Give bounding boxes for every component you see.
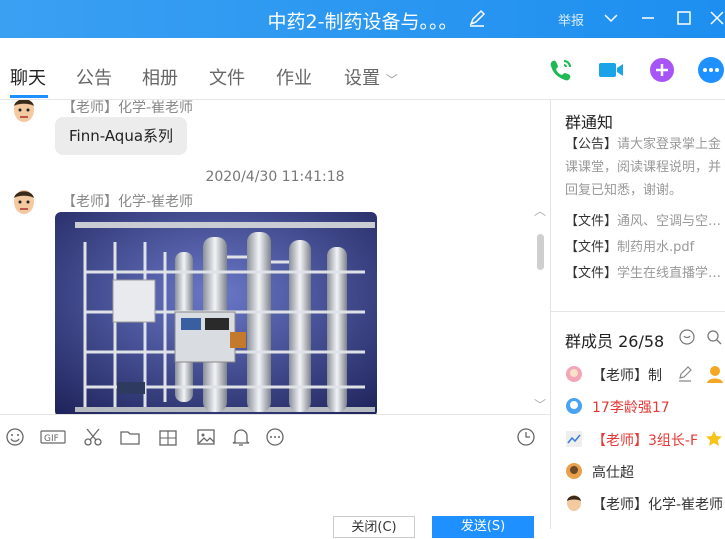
add-icon[interactable] <box>648 56 676 84</box>
scroll-down-arrow[interactable]: ﹀ <box>534 396 546 413</box>
member-settings-icon[interactable] <box>678 328 696 346</box>
edit-icon[interactable] <box>677 366 693 382</box>
star-icon <box>706 431 722 446</box>
active-tab-indicator <box>10 95 48 98</box>
file-tag: 【文件】 <box>565 266 618 281</box>
chevron-down-icon[interactable] <box>600 8 622 28</box>
emoji-icon[interactable] <box>4 426 26 448</box>
message-bubble[interactable]: Finn-Aqua系列 <box>55 117 188 155</box>
member-name: 【老师】制 <box>592 368 662 384</box>
member-count-title: 群成员 26/58 <box>565 332 665 351</box>
gif-icon[interactable]: GIF <box>40 426 68 448</box>
screenshot-icon[interactable] <box>157 426 179 448</box>
tab-album[interactable]: 相册 <box>142 64 178 90</box>
avatar <box>566 398 582 414</box>
image-icon[interactable] <box>195 426 217 448</box>
file-name: 学生在线直播学… <box>617 266 722 281</box>
chat-history[interactable]: 【老师】化学-崔老师 Finn-Aqua系列 2020/4/30 11:41:1… <box>0 100 550 414</box>
tab-homework[interactable]: 作业 <box>276 64 312 90</box>
close-button[interactable]: 关闭(C) <box>333 516 415 538</box>
svg-text:GIF: GIF <box>44 434 59 444</box>
equipment-photo <box>55 212 377 414</box>
admin-badge-icon <box>707 366 723 383</box>
folder-icon[interactable] <box>119 426 141 448</box>
more-icon[interactable] <box>697 56 725 84</box>
file-item[interactable]: 【文件】学生在线直播学… <box>565 262 725 281</box>
file-item[interactable]: 【文件】通风、空调与空… <box>565 210 725 229</box>
report-link[interactable]: 举报 <box>558 10 584 29</box>
member-name: 【老师】3组长-F <box>592 433 699 449</box>
more-options-icon[interactable] <box>264 426 286 448</box>
close-icon[interactable] <box>706 8 725 28</box>
message-image[interactable] <box>55 212 377 414</box>
edit-title-icon[interactable] <box>466 8 488 30</box>
file-name: 通风、空调与空… <box>617 214 722 229</box>
title-bar: 中药2-制药设备与。。。 举报 <box>0 0 725 38</box>
group-notice-panel: 群通知 【公告】请大家登录掌上金课课堂，阅读课程说明，并回复已知悉，谢谢。 【文… <box>551 100 725 312</box>
member-name: 高仕超 <box>592 465 634 481</box>
search-icon[interactable] <box>705 328 723 346</box>
member-name: 17李龄强17 <box>592 400 670 416</box>
avatar[interactable] <box>10 188 38 218</box>
message-timestamp: 2020/4/30 11:41:18 <box>205 169 345 185</box>
scroll-up-arrow[interactable]: ︿ <box>534 202 546 219</box>
member-item[interactable]: 高仕超 <box>565 460 725 484</box>
member-item[interactable]: 【老师】3组长-F <box>565 428 725 452</box>
file-tag: 【文件】 <box>565 240 618 255</box>
history-clock-icon[interactable] <box>515 426 537 448</box>
file-item[interactable]: 【文件】制药用水.pdf <box>565 236 725 255</box>
group-notice-title: 群通知 <box>565 113 614 132</box>
announcement-tag: 【公告】 <box>565 137 618 152</box>
scissors-icon[interactable] <box>82 426 104 448</box>
message-sender: 【老师】化学-崔老师 <box>62 100 194 116</box>
tab-settings-label: 设置 <box>344 68 380 89</box>
send-button[interactable]: 发送(S) <box>432 516 534 538</box>
chevron-down-icon: ﹀ <box>385 73 398 87</box>
bell-icon[interactable] <box>230 426 252 448</box>
announcement-item[interactable]: 【公告】请大家登录掌上金课课堂，阅读课程说明，并回复已知悉，谢谢。 <box>565 133 725 202</box>
file-tag: 【文件】 <box>565 214 618 229</box>
tab-bar: 聊天 公告 相册 文件 作业 设置 ﹀ <box>0 38 725 100</box>
maximize-icon[interactable] <box>673 8 695 28</box>
tab-chat[interactable]: 聊天 <box>10 64 46 90</box>
tab-files[interactable]: 文件 <box>209 64 245 90</box>
file-name: 制药用水.pdf <box>617 240 695 255</box>
avatar[interactable] <box>10 100 38 126</box>
phone-call-icon[interactable] <box>547 56 575 84</box>
member-item[interactable]: 【老师】制 <box>565 363 725 387</box>
avatar <box>566 463 582 479</box>
message-sender: 【老师】化学-崔老师 <box>62 194 194 210</box>
video-call-icon[interactable] <box>597 56 625 84</box>
member-name: 【老师】化学-崔老师 <box>592 497 724 513</box>
tab-settings[interactable]: 设置 ﹀ <box>344 64 398 90</box>
minimize-icon[interactable] <box>637 8 659 28</box>
member-item[interactable]: 【老师】化学-崔老师 <box>565 492 725 516</box>
member-item[interactable]: 17李龄强17 <box>565 395 725 419</box>
avatar <box>566 431 582 447</box>
avatar <box>566 366 582 382</box>
tab-announcement[interactable]: 公告 <box>76 64 112 90</box>
avatar <box>567 495 581 511</box>
scrollbar-thumb[interactable] <box>537 234 544 270</box>
input-toolbar: GIF <box>0 414 550 458</box>
